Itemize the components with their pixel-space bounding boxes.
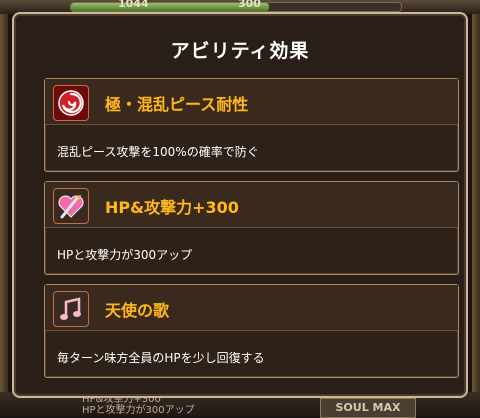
dialog-title: アビリティ効果 [170,40,310,62]
hp-value: 1044 [118,0,149,10]
ability-name: HP&攻撃力+300 [105,198,239,217]
ability-card-header: HP&攻撃力+300 [45,182,458,228]
ability-description: 混乱ピース攻撃を100%の確率で防ぐ [57,145,259,159]
ability-description: HPと攻撃力が300アップ [57,248,193,262]
ability-description: 毎ターン味方全員のHPを少し回復する [57,351,265,365]
ability-name: 極・混乱ピース耐性 [105,95,249,114]
right-frame [472,0,480,417]
swirl-icon [53,85,89,121]
ability-card-3[interactable]: 天使の歌 毎ターン味方全員のHPを少し回復する [44,284,459,378]
heart-sword-icon [53,188,89,224]
music-note-icon [53,291,89,327]
hp-secondary-value: 300 [238,0,261,10]
ability-name: 天使の歌 [105,301,170,320]
soul-max-button[interactable]: SOUL MAX [320,398,416,418]
ability-card-2[interactable]: HP&攻撃力+300 HPと攻撃力が300アップ [44,181,459,275]
ability-card-header: 天使の歌 [45,285,458,331]
ability-card-header: 極・混乱ピース耐性 [45,79,458,125]
ability-effect-dialog: アビリティ効果 極・混乱ピース耐性 混乱ピース攻撃を100%の確率で防ぐ HP&… [12,12,468,398]
background-bottom-text-line2: HPと攻撃力が300アップ [82,405,195,416]
ability-card-1[interactable]: 極・混乱ピース耐性 混乱ピース攻撃を100%の確率で防ぐ [44,78,459,172]
left-frame [0,0,8,417]
